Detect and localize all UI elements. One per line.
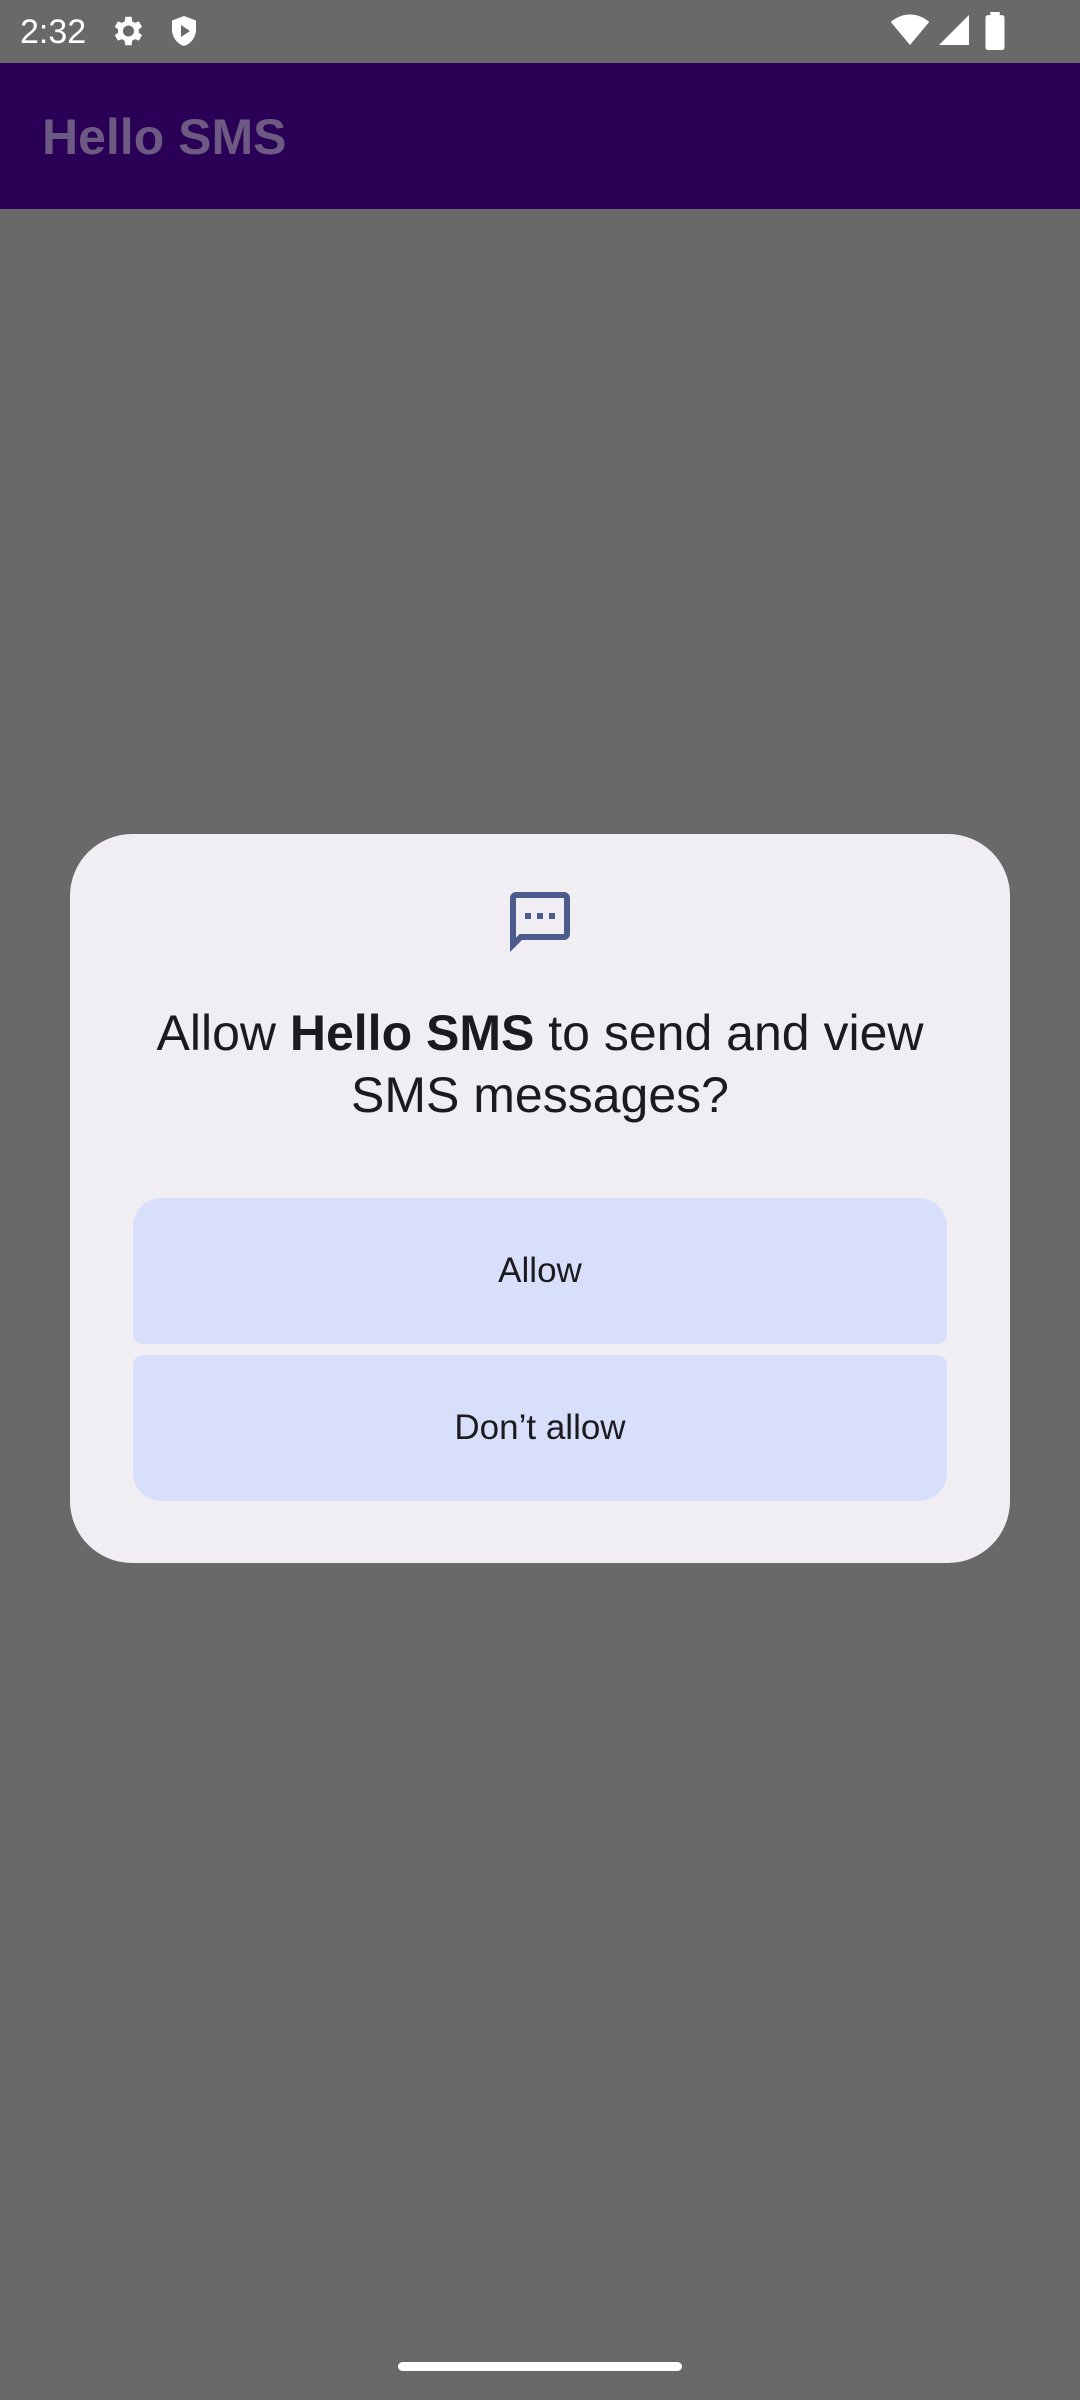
app-title: Hello SMS [42,109,287,165]
title-app-name: Hello SMS [289,1005,535,1061]
permission-dialog-title: Allow Hello SMS to send and view SMS mes… [110,1002,970,1126]
wifi-icon [890,12,930,53]
cellular-signal-icon [936,12,972,53]
permission-dialog: Allow Hello SMS to send and view SMS mes… [70,834,1010,1563]
sms-message-icon [504,886,576,958]
gesture-nav-handle[interactable] [398,2362,682,2371]
allow-button-label: Allow [498,1251,582,1290]
battery-icon [984,12,1006,55]
title-prefix: Allow [156,1005,290,1061]
dont-allow-button[interactable]: Don’t allow [133,1355,947,1501]
status-time: 2:32 [20,13,87,51]
allow-button[interactable]: Allow [133,1198,947,1344]
shield-icon [166,12,202,55]
status-bar: 2:32 [0,0,1080,63]
dont-allow-button-label: Don’t allow [454,1408,626,1447]
settings-gear-icon [108,12,146,55]
app-bar: Hello SMS [0,63,1080,209]
